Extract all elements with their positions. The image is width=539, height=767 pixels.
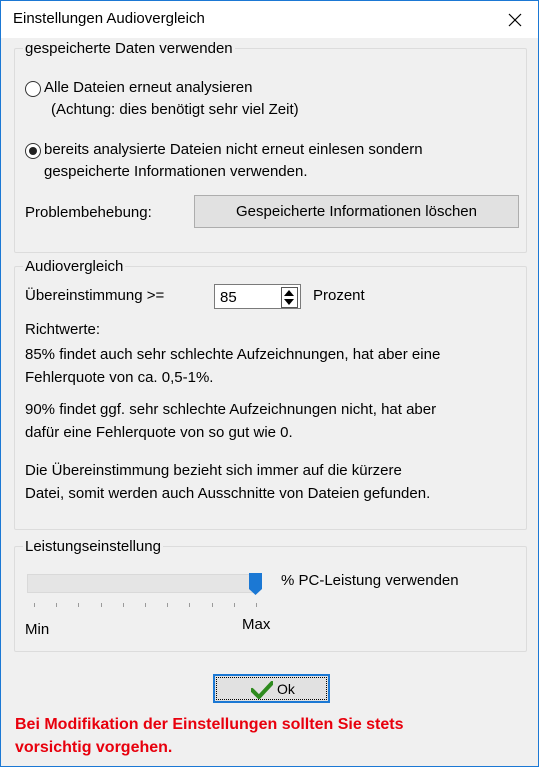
ok-button-label[interactable]: Ok (277, 681, 295, 697)
slider-tick (34, 603, 35, 607)
slider-tick (78, 603, 80, 607)
match-unit: Prozent (313, 287, 365, 304)
slider-min-label: Min (25, 621, 50, 638)
radio-analyze-all-note: (Achtung: dies benötigt sehr viel Zeit) (51, 101, 299, 118)
radio-reuse-stored-label[interactable]: bereits analysierte Dateien nicht erneut… (44, 141, 423, 158)
guide-90-line2: dafür eine Fehlerquote von so gut wie 0. (25, 424, 293, 441)
stored-data-legend: gespeicherte Daten verwenden (25, 40, 233, 57)
window-title: Einstellungen Audiovergleich (13, 10, 205, 27)
match-percent-value[interactable]: 85 (220, 289, 237, 306)
performance-slider-track[interactable] (27, 574, 255, 593)
stepper-up-icon[interactable] (284, 290, 294, 296)
troubleshoot-label: Problembehebung: (25, 204, 152, 221)
stepper-arrows[interactable] (281, 287, 298, 308)
radio-selected-dot (29, 147, 37, 155)
guide-title: Richtwerte: (25, 321, 101, 338)
match-info-line2: Datei, somit werden auch Ausschnitte von… (25, 485, 431, 502)
close-icon (508, 13, 522, 27)
performance-slider-label: % PC-Leistung verwenden (281, 572, 459, 589)
radio-analyze-all-label[interactable]: Alle Dateien erneut analysieren (44, 79, 252, 96)
slider-tick (56, 603, 58, 607)
slider-tick (189, 603, 191, 607)
warning-text: Bei Modifikation der Einstellungen sollt… (15, 713, 404, 759)
stepper-down-icon[interactable] (284, 299, 294, 305)
warning-line1: Bei Modifikation der Einstellungen sollt… (15, 716, 404, 733)
delete-stored-info-button[interactable]: Gespeicherte Informationen löschen (194, 195, 519, 228)
guide-90-line1: 90% findet ggf. sehr schlechte Aufzeichn… (25, 401, 437, 418)
slider-max-label: Max (242, 616, 271, 633)
slider-tick (145, 603, 146, 607)
slider-tick (233, 603, 235, 607)
performance-legend: Leistungseinstellung (25, 538, 161, 555)
slider-tick (100, 603, 102, 607)
warning-line2: vorsichtig vorgehen. (15, 739, 173, 756)
slider-tick (211, 603, 213, 607)
close-button[interactable] (492, 1, 538, 38)
slider-tick (122, 603, 124, 607)
performance-group: Leistungseinstellung (14, 538, 527, 652)
match-label: Übereinstimmung >= (25, 287, 165, 304)
match-percent-stepper[interactable]: 85 (214, 284, 301, 309)
radio-analyze-all[interactable] (25, 81, 41, 97)
check-icon (251, 681, 273, 699)
ok-button[interactable]: Ok (213, 674, 330, 703)
slider-tick (167, 603, 169, 607)
guide-85-line1: 85% findet auch sehr schlechte Aufzeichn… (25, 346, 441, 363)
dialog-window: Einstellungen Audiovergleich gespeichert… (0, 0, 539, 767)
title-bar: Einstellungen Audiovergleich (1, 1, 538, 38)
audio-compare-legend: Audiovergleich (25, 258, 124, 275)
radio-reuse-stored[interactable] (25, 143, 41, 159)
radio-reuse-stored-label-line2: gespeicherte Informationen verwenden. (44, 163, 308, 180)
match-info-line1: Die Übereinstimmung bezieht sich immer a… (25, 462, 402, 479)
guide-85-line2: Fehlerquote von ca. 0,5-1%. (25, 369, 214, 386)
slider-tick (256, 603, 257, 607)
performance-slider-thumb[interactable] (249, 573, 262, 595)
